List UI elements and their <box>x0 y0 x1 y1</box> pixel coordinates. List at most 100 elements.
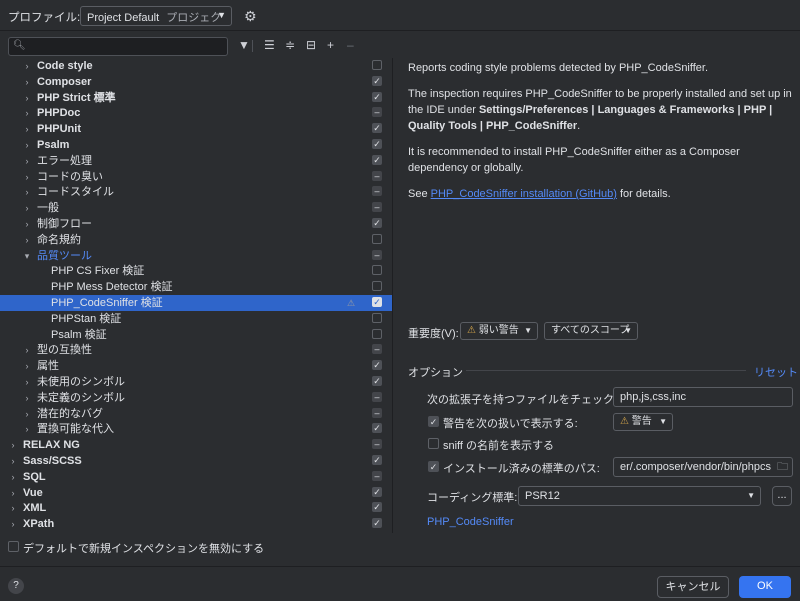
tree-row-checkbox[interactable]: ✓ <box>372 455 382 465</box>
tree-row[interactable]: › PHP Strict 標準 ✓ <box>0 90 392 106</box>
chevron-right-icon[interactable]: › <box>22 121 32 137</box>
tree-row-checkbox[interactable] <box>372 281 382 292</box>
extensions-field[interactable]: php,js,css,inc <box>613 387 793 407</box>
profile-dropdown[interactable]: Project Default プロジェク ▼ <box>80 6 232 26</box>
tree-row[interactable]: ▾ 品質ツール – <box>0 248 392 264</box>
tree-row[interactable]: › Code style <box>0 58 392 74</box>
chevron-right-icon[interactable]: › <box>22 342 32 358</box>
tree-row[interactable]: › 一般 – <box>0 200 392 216</box>
tree-row[interactable]: › Psalm ✓ <box>0 137 392 153</box>
tree-row[interactable]: › 潜在的なバグ – <box>0 406 392 422</box>
tree-row[interactable]: › SQL – <box>0 469 392 485</box>
chevron-right-icon[interactable]: › <box>22 406 32 422</box>
tree-row-checkbox[interactable] <box>372 312 382 323</box>
show-warning-checkbox[interactable]: ✓ <box>428 416 439 427</box>
tree-row-checkbox[interactable] <box>372 328 382 339</box>
add-icon[interactable]: + <box>327 38 334 52</box>
chevron-right-icon[interactable]: › <box>22 74 32 90</box>
chevron-right-icon[interactable]: › <box>22 232 32 248</box>
tree-row-checkbox[interactable]: ✓ <box>372 123 382 134</box>
tree-row-checkbox[interactable]: ✓ <box>372 139 382 149</box>
chevron-right-icon[interactable]: › <box>22 421 32 437</box>
coding-standard-dropdown[interactable]: PSR12 ▼ <box>518 486 761 506</box>
tree-row-checkbox[interactable]: – <box>372 470 382 481</box>
chevron-right-icon[interactable]: › <box>22 58 32 74</box>
cancel-button[interactable]: キャンセル <box>657 576 729 598</box>
search-input[interactable]: 🔍︎ <box>8 37 228 56</box>
tree-row-checkbox[interactable]: ✓ <box>372 502 382 513</box>
chevron-right-icon[interactable]: › <box>8 437 18 453</box>
chevron-right-icon[interactable]: › <box>22 358 32 374</box>
tree-row[interactable]: › Vue ✓ <box>0 485 392 501</box>
tree-row[interactable]: › エラー処理 ✓ <box>0 153 392 169</box>
tree-row-checkbox[interactable]: ✓ <box>372 423 382 434</box>
disable-new-checkbox[interactable] <box>8 541 19 552</box>
phpcodesniffer-settings-link[interactable]: PHP_CodeSniffer <box>427 516 514 528</box>
tree-row-checkbox[interactable]: ✓ <box>372 518 382 529</box>
chevron-right-icon[interactable]: › <box>22 184 32 200</box>
tree-row[interactable]: › コードの臭い – <box>0 169 392 185</box>
tree-row[interactable]: PHPStan 検証 <box>0 311 392 327</box>
tree-row[interactable]: › 置換可能な代入 ✓ <box>0 421 392 437</box>
chevron-right-icon[interactable]: › <box>8 500 18 516</box>
tree-row[interactable]: › PHPDoc – <box>0 105 392 121</box>
chevron-right-icon[interactable]: › <box>22 216 32 232</box>
tree-row[interactable]: › Sass/SCSS ✓ <box>0 453 392 469</box>
more-button[interactable]: ... <box>772 486 792 506</box>
tree-row-checkbox[interactable]: – <box>372 186 382 197</box>
tree-row-checkbox[interactable]: ✓ <box>372 360 382 371</box>
installed-paths-field[interactable]: er/.composer/vendor/bin/phpcs 🗀 <box>613 457 793 477</box>
tree-row[interactable]: › Composer ✓ <box>0 74 392 90</box>
tree-row-checkbox[interactable]: – <box>372 249 382 260</box>
scope-dropdown[interactable]: すべてのスコープ ▼ <box>544 322 638 340</box>
tree-row-checkbox[interactable]: – <box>372 407 382 418</box>
tree-row-checkbox[interactable]: – <box>372 344 382 355</box>
sniff-name-checkbox[interactable] <box>428 438 439 449</box>
ok-button[interactable]: OK <box>739 576 791 598</box>
chevron-down-icon[interactable]: ▾ <box>22 248 32 264</box>
tree-row[interactable]: Psalm 検証 <box>0 327 392 343</box>
chevron-right-icon[interactable]: › <box>8 469 18 485</box>
tree-row-checkbox[interactable]: ✓ <box>372 154 382 165</box>
chevron-right-icon[interactable]: › <box>22 169 32 185</box>
chevron-right-icon[interactable]: › <box>22 153 32 169</box>
severity-dropdown[interactable]: ⚠ 弱い警告 ▼ <box>460 322 538 340</box>
installed-paths-checkbox[interactable]: ✓ <box>428 461 439 472</box>
tree-row-checkbox[interactable]: – <box>372 107 382 118</box>
tree-row[interactable]: PHP Mess Detector 検証 <box>0 279 392 295</box>
tree-row[interactable]: PHP CS Fixer 検証 <box>0 263 392 279</box>
tree-row[interactable]: › XPath ✓ <box>0 516 392 530</box>
folder-icon[interactable]: 🗀 <box>777 458 788 476</box>
tree-row-checkbox[interactable]: – <box>372 391 382 402</box>
copy-icon[interactable]: ⊟ <box>306 38 316 52</box>
tree-row-checkbox[interactable] <box>372 60 382 70</box>
tree-row-checkbox[interactable]: ✓ <box>372 376 382 386</box>
tree-row-checkbox[interactable]: ✓ <box>372 218 382 228</box>
tree-row[interactable]: › 属性 ✓ <box>0 358 392 374</box>
chevron-right-icon[interactable]: › <box>22 390 32 406</box>
chevron-right-icon[interactable]: › <box>22 105 32 121</box>
tree-row[interactable]: › 制御フロー ✓ <box>0 216 392 232</box>
tree-row-checkbox[interactable] <box>372 233 382 244</box>
chevron-right-icon[interactable]: › <box>22 200 32 216</box>
warning-level-dropdown[interactable]: ⚠ 警告 ▼ <box>613 413 673 431</box>
tree-row-checkbox[interactable]: ✓ <box>372 75 382 86</box>
gear-icon[interactable]: ⚙ <box>244 8 257 25</box>
tree-row[interactable]: › PHPUnit ✓ <box>0 121 392 137</box>
tree-row-checkbox[interactable] <box>372 265 382 276</box>
chevron-right-icon[interactable]: › <box>8 516 18 530</box>
remove-icon[interactable]: – <box>347 38 354 52</box>
help-button[interactable]: ? <box>8 578 24 594</box>
tree-row[interactable]: › RELAX NG – <box>0 437 392 453</box>
chevron-right-icon[interactable]: › <box>22 137 32 153</box>
tree-row[interactable]: › 命名規約 <box>0 232 392 248</box>
chevron-right-icon[interactable]: › <box>22 90 32 106</box>
chevron-right-icon[interactable]: › <box>22 374 32 390</box>
tree-row-checkbox[interactable]: ✓ <box>372 91 382 102</box>
tree-row-checkbox[interactable]: ✓ <box>372 297 382 307</box>
tree-row-checkbox[interactable]: – <box>372 439 382 450</box>
tree-row-checkbox[interactable]: – <box>372 202 382 213</box>
filter-icon[interactable]: ▼ <box>238 38 250 52</box>
tree-row[interactable]: › 型の互換性 – <box>0 342 392 358</box>
tree-row[interactable]: › 未定義のシンボル – <box>0 390 392 406</box>
